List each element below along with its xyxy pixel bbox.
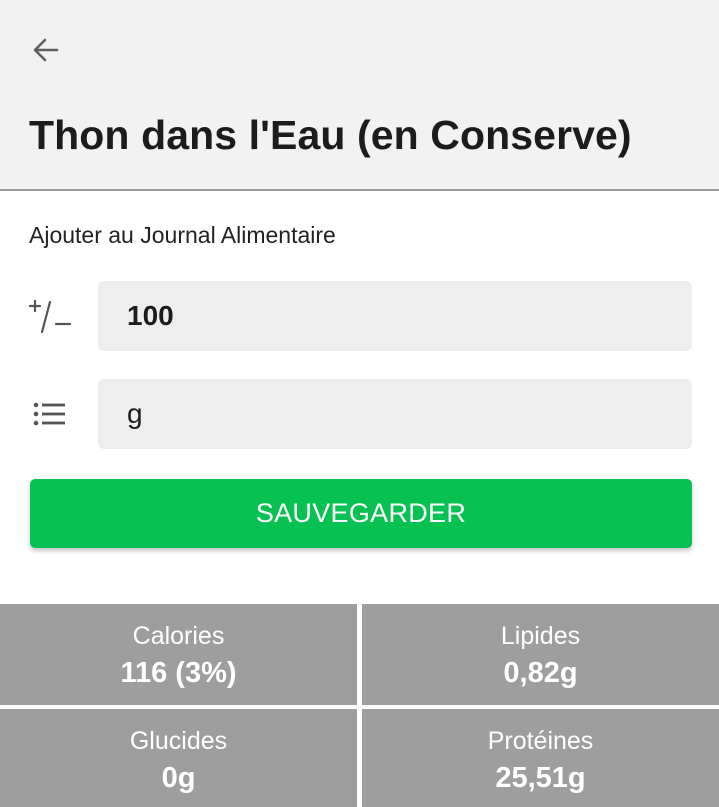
back-button[interactable] (26, 30, 66, 70)
nutrient-value: 0g (161, 762, 196, 794)
quantity-field[interactable]: 100 (98, 281, 692, 351)
nutrient-name: Calories (132, 622, 225, 650)
nutrient-value: 0,82g (503, 657, 578, 689)
app-header: Thon dans l'Eau (en Conserve) (0, 0, 719, 191)
nutrient-tile-glucides: Glucides 0g (0, 709, 357, 807)
nutrient-tile-calories: Calories 116 (3%) (0, 604, 357, 705)
nutrient-tile-proteines: Protéines 25,51g (362, 709, 719, 807)
save-button[interactable]: SAUVEGARDER (30, 479, 692, 548)
nutrient-grid: Calories 116 (3%) Lipides 0,82g Glucides… (0, 604, 719, 807)
page-title: Thon dans l'Eau (en Conserve) (29, 112, 632, 158)
nutrient-name: Protéines (487, 727, 594, 755)
list-icon (28, 392, 72, 436)
arrow-left-icon (33, 38, 59, 62)
nutrient-value: 25,51g (495, 762, 586, 794)
nutrient-tile-lipides: Lipides 0,82g (362, 604, 719, 705)
plus-minus-icon (28, 294, 72, 338)
nutrient-name: Lipides (500, 622, 581, 650)
nutrient-value: 116 (3%) (120, 657, 237, 689)
section-label: Ajouter au Journal Alimentaire (29, 222, 336, 248)
unit-selector[interactable]: g (98, 379, 692, 449)
nutrient-name: Glucides (129, 727, 228, 755)
